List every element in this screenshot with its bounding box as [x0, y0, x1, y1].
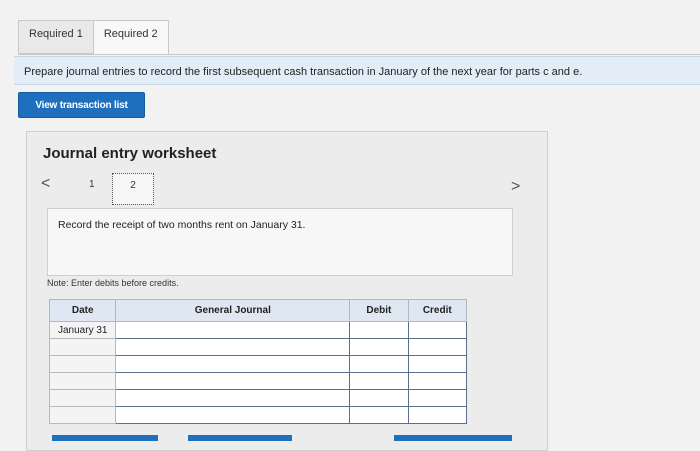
tab-required-1[interactable]: Required 1 — [18, 20, 94, 54]
account-input[interactable] — [115, 338, 351, 356]
column-header-date: Date — [48, 299, 117, 322]
credit-input[interactable] — [407, 338, 468, 356]
debit-input[interactable] — [349, 389, 409, 407]
instruction-text: Prepare journal entries to record the fi… — [14, 56, 700, 85]
view-transaction-list-button[interactable]: View transaction list — [18, 92, 145, 118]
date-cell — [48, 389, 117, 407]
page-2-current[interactable]: 2 — [112, 173, 154, 205]
tab-divider — [18, 54, 700, 55]
account-input[interactable] — [115, 406, 351, 424]
journal-entry-worksheet: Journal entry worksheet < 1 2 > Record t… — [26, 131, 548, 451]
tab-bar: Required 1 Required 2 — [18, 20, 169, 55]
account-input[interactable] — [115, 389, 351, 407]
record-entry-button[interactable] — [52, 435, 158, 441]
credit-input[interactable] — [407, 389, 468, 407]
journal-table: Date General Journal Debit Credit Januar… — [48, 299, 468, 424]
debit-input[interactable] — [349, 355, 409, 373]
transaction-description: Record the receipt of two months rent on… — [47, 208, 513, 276]
credit-input[interactable] — [407, 321, 468, 339]
account-input[interactable] — [115, 355, 351, 373]
column-header-debit: Debit — [349, 299, 409, 322]
tab-required-2[interactable]: Required 2 — [92, 20, 169, 55]
transaction-description-text: Record the receipt of two months rent on… — [58, 219, 306, 231]
date-cell — [48, 338, 117, 356]
table-row: January 31 — [48, 321, 468, 339]
account-input[interactable] — [115, 321, 351, 339]
debit-input[interactable] — [349, 321, 409, 339]
table-row — [48, 389, 468, 407]
chevron-left-icon[interactable]: < — [41, 175, 50, 193]
clear-entry-button[interactable] — [188, 435, 292, 441]
debit-input[interactable] — [349, 406, 409, 424]
table-row — [48, 355, 468, 373]
credit-input[interactable] — [407, 372, 468, 390]
column-header-general-journal: General Journal — [115, 299, 351, 322]
column-header-credit: Credit — [407, 299, 468, 322]
debit-input[interactable] — [349, 338, 409, 356]
view-general-journal-button[interactable] — [394, 435, 512, 441]
date-cell — [48, 406, 117, 424]
table-row — [48, 406, 468, 424]
table-row — [48, 338, 468, 356]
entry-note: Note: Enter debits before credits. — [47, 278, 179, 288]
account-input[interactable] — [115, 372, 351, 390]
worksheet-title: Journal entry worksheet — [43, 145, 217, 162]
date-cell — [48, 355, 117, 373]
credit-input[interactable] — [407, 355, 468, 373]
chevron-right-icon[interactable]: > — [511, 178, 520, 196]
journal-header-row: Date General Journal Debit Credit — [48, 299, 468, 322]
credit-input[interactable] — [407, 406, 468, 424]
table-row — [48, 372, 468, 390]
date-cell: January 31 — [48, 321, 117, 339]
page-1-link[interactable]: 1 — [89, 179, 95, 190]
date-cell — [48, 372, 117, 390]
debit-input[interactable] — [349, 372, 409, 390]
